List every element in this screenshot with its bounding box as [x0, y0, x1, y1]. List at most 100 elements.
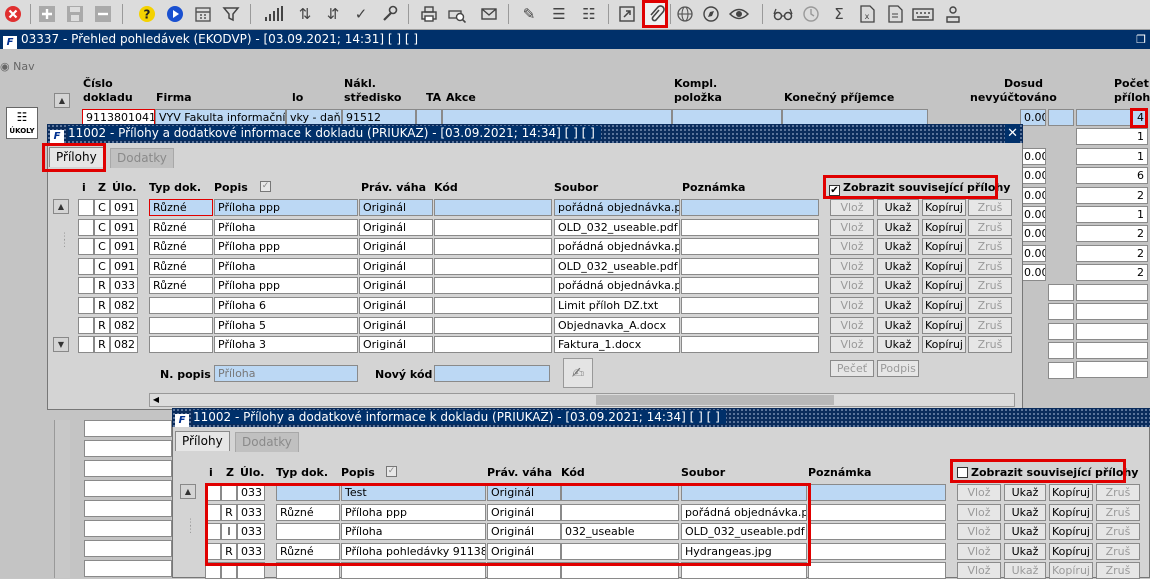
ukaz-button[interactable]: Ukaž [877, 336, 919, 353]
excel-icon[interactable]: x [856, 3, 878, 25]
vloz-button[interactable]: Vlož [957, 562, 1001, 579]
checkbox-unchecked-icon[interactable] [957, 467, 968, 478]
row-kod-cell[interactable] [561, 504, 679, 521]
brush-icon[interactable]: ✍ [563, 358, 593, 388]
ukaz-button[interactable]: Ukaž [1004, 504, 1046, 521]
row-ulo-cell[interactable]: 033 [237, 543, 265, 560]
n-popis-input[interactable]: Příloha [214, 365, 358, 382]
row-kod-cell[interactable] [434, 277, 552, 294]
checkbox-checked-icon[interactable]: ✔ [829, 185, 840, 196]
row-z-cell[interactable]: C [94, 258, 110, 275]
zrus-button[interactable]: Zruš [968, 258, 1012, 275]
row-kod-cell[interactable] [561, 543, 679, 560]
row-prav-cell[interactable]: Originál [359, 277, 433, 294]
row-popis-cell[interactable]: Příloha ppp [214, 199, 358, 216]
row-typ-cell[interactable] [149, 317, 213, 334]
row-prav-cell[interactable]: Originál [359, 219, 433, 236]
row-kod-cell[interactable] [434, 219, 552, 236]
row-z-cell[interactable]: R [94, 317, 110, 334]
pecet-button[interactable]: Pečeť [830, 360, 874, 377]
pocet-cell[interactable] [1076, 303, 1148, 320]
row-kod-cell[interactable] [434, 238, 552, 255]
row-ulo-cell[interactable]: 033 [237, 504, 265, 521]
row-ulo-cell[interactable]: 082 [110, 297, 138, 314]
row-prav-cell[interactable]: Originál [359, 199, 433, 216]
eye-icon[interactable] [728, 3, 750, 25]
row-kod-cell[interactable]: 032_useable [561, 523, 679, 540]
row-i-cell[interactable] [78, 219, 94, 236]
sort-asc-icon[interactable]: ⇅ [294, 3, 316, 25]
nav-toggle[interactable]: ◉ Nav [0, 60, 35, 73]
pocet-cell[interactable]: 1 [1076, 128, 1148, 145]
dosud-cell[interactable]: 0.00 [1020, 245, 1046, 262]
row-typ-cell[interactable] [276, 523, 340, 540]
ukaz-button[interactable]: Ukaž [877, 219, 919, 236]
list-icon[interactable]: ☰ [548, 3, 570, 25]
dialog1-related-checkbox[interactable]: ✔ Zobrazit související přílohy [829, 181, 1010, 196]
kopiruj-button[interactable]: Kopíruj [922, 219, 966, 236]
drag-handle-icon[interactable]: ⋮ ⋮ [60, 233, 69, 249]
empty-cell[interactable] [1048, 323, 1074, 340]
row-z-cell[interactable]: C [94, 219, 110, 236]
ukaz-button[interactable]: Ukaž [877, 258, 919, 275]
compass-icon[interactable] [700, 3, 722, 25]
vloz-button[interactable]: Vlož [957, 484, 1001, 501]
row-popis-cell[interactable]: Příloha 3 [214, 336, 358, 353]
dosud-cell[interactable]: 0.00 [1020, 167, 1046, 184]
row-i-cell[interactable] [205, 523, 221, 540]
row-prav-cell[interactable]: Originál [359, 317, 433, 334]
empty-cell[interactable] [1048, 284, 1074, 301]
attachment-icon[interactable] [645, 3, 667, 25]
kopiruj-button[interactable]: Kopíruj [922, 258, 966, 275]
dosud-cell[interactable]: 0.00 [1020, 109, 1046, 126]
ukaz-button[interactable]: Ukaž [877, 297, 919, 314]
dialog1-tab-dodatky[interactable]: Dodatky [110, 148, 174, 168]
calendar-icon[interactable] [192, 3, 214, 25]
row-typ-cell[interactable]: Různé [149, 277, 213, 294]
row-soubor-cell[interactable]: OLD_032_useable.pdf [681, 523, 807, 540]
row-popis-cell[interactable]: Příloha [214, 258, 358, 275]
kopiruj-button[interactable]: Kopíruj [922, 238, 966, 255]
checklist-icon[interactable]: ☷ [578, 3, 600, 25]
dosud-cell[interactable]: 0.00 [1020, 225, 1046, 242]
row-prav-cell[interactable]: Originál [487, 484, 561, 501]
row-soubor-cell[interactable]: OLD_032_useable.pdf [554, 219, 680, 236]
row-soubor-cell[interactable]: Faktura_1.docx [554, 336, 680, 353]
kopiruj-button[interactable]: Kopíruj [922, 277, 966, 294]
row-popis-cell[interactable] [341, 562, 486, 579]
dosud-cell[interactable]: 0.00 [1020, 187, 1046, 204]
grid-cell[interactable] [84, 440, 172, 457]
row-z-cell[interactable] [221, 562, 237, 579]
row-i-cell[interactable] [205, 562, 221, 579]
row-i-cell[interactable] [78, 297, 94, 314]
zrus-button[interactable]: Zruš [1096, 543, 1140, 560]
zrus-button[interactable]: Zruš [968, 297, 1012, 314]
row-poznamka-cell[interactable] [681, 238, 819, 255]
pocet-cell[interactable]: 6 [1076, 167, 1148, 184]
row-soubor-cell[interactable]: pořádná objednávka.pdf [681, 504, 807, 521]
row-poznamka-cell[interactable] [681, 317, 819, 334]
kopiruj-button[interactable]: Kopíruj [1049, 562, 1093, 579]
kopiruj-button[interactable]: Kopíruj [1049, 484, 1093, 501]
empty-cell[interactable] [1048, 303, 1074, 320]
check-icon[interactable]: ✓ [350, 3, 372, 25]
row-prav-cell[interactable]: Originál [359, 336, 433, 353]
row-i-cell[interactable] [78, 199, 94, 216]
dialog1-hscrollbar[interactable]: ◀ [149, 393, 1015, 407]
vloz-button[interactable]: Vlož [957, 543, 1001, 560]
row-poznamka-cell[interactable] [681, 277, 819, 294]
sort-desc-icon[interactable]: ⇵ [322, 3, 344, 25]
row-poznamka-cell[interactable] [808, 523, 946, 540]
globe-icon[interactable] [674, 3, 696, 25]
dialog1-tab-prilohy[interactable]: Přílohy [49, 147, 104, 167]
pocet-cell[interactable]: 4 [1076, 109, 1148, 126]
dosud-cell[interactable]: 0.00 [1020, 206, 1046, 223]
kopiruj-button[interactable]: Kopíruj [922, 317, 966, 334]
row-popis-cell[interactable]: Příloha ppp [214, 238, 358, 255]
row-ulo-cell[interactable] [237, 562, 265, 579]
row-typ-cell[interactable]: Různé [149, 258, 213, 275]
wrench-icon[interactable] [378, 3, 400, 25]
zrus-button[interactable]: Zruš [968, 238, 1012, 255]
grid-cell[interactable] [84, 420, 172, 437]
row-ulo-cell[interactable]: 091 [110, 219, 138, 236]
